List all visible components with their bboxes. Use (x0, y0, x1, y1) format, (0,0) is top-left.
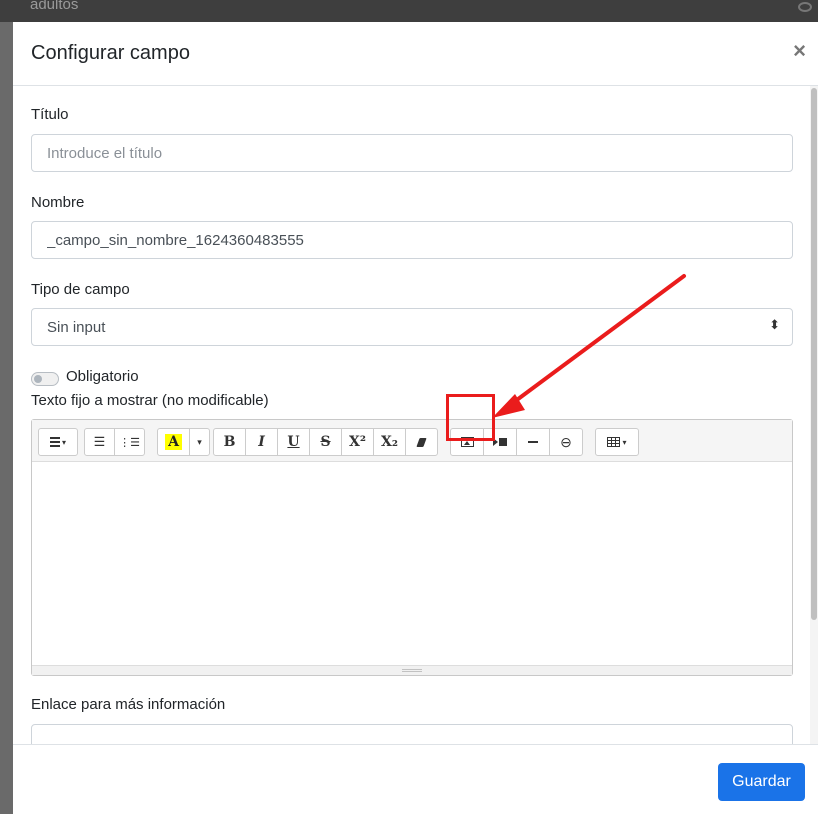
table-icon (607, 437, 621, 447)
dialog-header: Configurar campo × (13, 22, 818, 86)
caret-down-icon: ▾ (622, 437, 627, 447)
dialog-scrollbar[interactable] (810, 86, 818, 744)
unordered-list-button[interactable]: ☰ (84, 428, 115, 456)
toggle-knob (34, 375, 42, 383)
ordered-list-button[interactable]: ⋮☰ (114, 428, 145, 456)
title-input[interactable] (31, 134, 793, 172)
horizontal-rule-button[interactable] (516, 428, 550, 456)
clear-format-button[interactable] (405, 428, 438, 456)
link-icon: ⊖ (560, 433, 572, 450)
subscript-button[interactable]: X₂ (373, 428, 406, 456)
close-icon[interactable]: × (793, 38, 806, 64)
minus-icon (528, 441, 538, 443)
background-overlay (0, 22, 13, 814)
eye-icon (798, 2, 812, 12)
highlight-color-button[interactable]: A (157, 428, 190, 456)
strikethrough-button[interactable]: S (309, 428, 342, 456)
align-left-icon (49, 437, 60, 447)
field-type-value: Sin input (47, 319, 106, 336)
italic-button[interactable]: I (245, 428, 278, 456)
subscript-icon: X₂ (381, 434, 398, 450)
paragraph-align-button[interactable]: ▾ (38, 428, 78, 456)
required-label: Obligatorio (66, 368, 139, 385)
insert-table-button[interactable]: ▾ (595, 428, 639, 456)
insert-image-button[interactable] (450, 428, 484, 456)
background-text: adultos (30, 0, 79, 13)
video-icon (493, 438, 507, 446)
title-label: Título (31, 106, 69, 123)
list-bullet-icon: ☰ (93, 434, 106, 449)
background-page: adultos (0, 0, 818, 22)
editor-content-area[interactable] (32, 462, 792, 665)
save-button[interactable]: Guardar (718, 763, 805, 801)
dialog-title: Configurar campo (31, 42, 190, 64)
text-highlight-icon: A (165, 434, 182, 450)
more-info-link-label: Enlace para más información (31, 696, 226, 713)
superscript-icon: X² (349, 434, 366, 450)
eraser-icon (416, 437, 427, 447)
strikethrough-icon: S (320, 434, 331, 450)
color-caret-button[interactable]: ▾ (189, 428, 210, 456)
bold-button[interactable]: B (213, 428, 246, 456)
required-toggle[interactable] (31, 372, 59, 386)
superscript-button[interactable]: X² (341, 428, 374, 456)
list-number-icon: ⋮☰ (119, 436, 140, 449)
caret-down-icon: ▾ (61, 437, 66, 447)
underline-button[interactable]: U (277, 428, 310, 456)
insert-link-button[interactable]: ⊖ (549, 428, 583, 456)
field-type-select[interactable]: Sin input ⬍ (31, 308, 793, 346)
name-label: Nombre (31, 194, 85, 211)
dialog-body: Título Nombre Tipo de campo Sin input ⬍ … (13, 86, 818, 744)
select-arrows-icon: ⬍ (769, 317, 780, 332)
rich-text-editor: ▾ ☰ ⋮☰ A ▾ B I U S X² X₂ ⊖ ▾ (31, 419, 793, 676)
fixed-text-label: Texto fijo a mostrar (no modificable) (31, 392, 269, 409)
underline-icon: U (287, 434, 300, 450)
editor-toolbar: ▾ ☰ ⋮☰ A ▾ B I U S X² X₂ ⊖ ▾ (32, 420, 792, 462)
editor-resize-handle[interactable] (32, 665, 792, 675)
scrollbar-thumb[interactable] (811, 88, 817, 620)
field-type-label: Tipo de campo (31, 281, 130, 298)
italic-icon: I (258, 434, 265, 450)
grip-icon (402, 669, 422, 672)
dialog-footer: Guardar (13, 744, 818, 814)
name-input[interactable] (31, 221, 793, 259)
bold-icon: B (223, 434, 236, 450)
configure-field-dialog: Configurar campo × Título Nombre Tipo de… (13, 22, 818, 814)
picture-icon (460, 437, 474, 447)
more-info-link-input[interactable] (31, 724, 793, 744)
insert-video-button[interactable] (483, 428, 517, 456)
caret-down-icon: ▾ (197, 436, 202, 447)
